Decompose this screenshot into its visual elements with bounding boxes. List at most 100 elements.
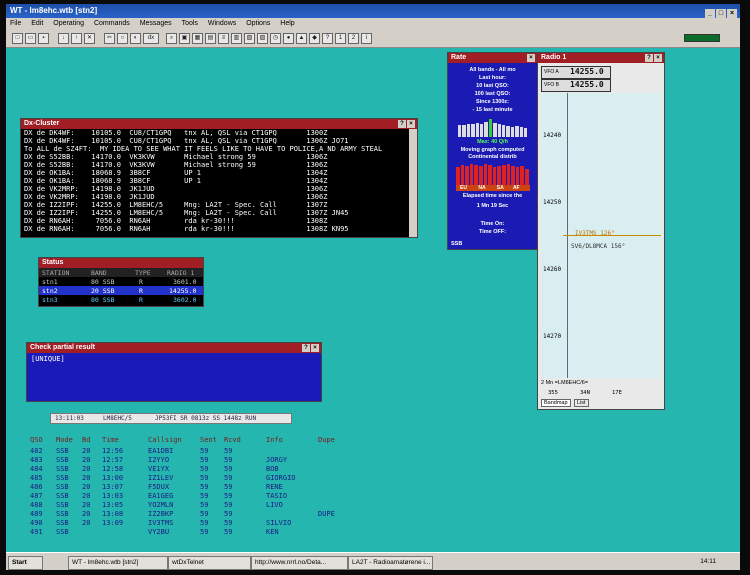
dx-spot-line[interactable]: To ALL de SZ4FT: MY IDEA TO SEE WHAT IT … xyxy=(24,145,382,153)
arrow-down-icon[interactable]: ↓ xyxy=(58,33,69,44)
dx-cluster-list[interactable]: DX de DK4WF: 10105.0 CU8/CT1GPQ tnx AL, … xyxy=(21,129,417,237)
dx-scrollbar[interactable] xyxy=(409,129,417,237)
save-icon[interactable]: ▪ xyxy=(38,33,49,44)
status-row-selected[interactable]: stn2 20 SSB R 14255.0 xyxy=(39,286,203,295)
vfo-a-label: VFO A xyxy=(544,69,559,75)
radio1-close-icon[interactable]: × xyxy=(654,54,662,62)
log-cell: 13:08 xyxy=(102,510,124,518)
dx-spot-line[interactable]: DX de VK2MRP: 14198.0 JK1JUD 1306Z xyxy=(24,193,327,201)
status-window[interactable]: Status STATION BAND TYPE RADIO 1 stn1 80… xyxy=(38,257,204,307)
check-help-icon[interactable]: ? xyxy=(302,344,310,352)
zoom-icon[interactable]: ▣ xyxy=(179,33,190,44)
menu-commands[interactable]: Commands xyxy=(94,20,130,27)
log-cell: 12:56 xyxy=(102,447,124,455)
one-icon[interactable]: 1 xyxy=(335,33,346,44)
dx-spot-line[interactable]: DX de S52BB: 14170.0 VK3KVW Michael stro… xyxy=(24,161,327,169)
list-icon[interactable]: ≡ xyxy=(218,33,229,44)
menu-windows[interactable]: Windows xyxy=(208,20,236,27)
time-on-label: Time On: xyxy=(480,221,505,227)
rate-bar xyxy=(462,124,466,137)
check-partial-window[interactable]: Check partial result ? × [UNIQUE] xyxy=(26,342,322,402)
globe-icon[interactable]: ○ xyxy=(117,33,128,44)
log-row[interactable]: 485 SSB 20 13:00 IZ1LEV 59 59 GIORGIO xyxy=(30,474,390,483)
open-file-icon[interactable]: ▭ xyxy=(25,33,36,44)
status-title: Status xyxy=(42,259,64,266)
status-row[interactable]: stn1 80 SSB R 3601.0 xyxy=(39,277,203,286)
menu-operating[interactable]: Operating xyxy=(53,20,84,27)
taskbar-item[interactable]: LA2T - Radioamatørene i... xyxy=(348,556,433,570)
start-button[interactable]: Start xyxy=(8,556,43,570)
dx-spot-line[interactable]: DX de IZ2IPF: 14255.0 LM8EHC/5 Mng: LA2T… xyxy=(24,201,327,209)
clock-icon[interactable]: ◷ xyxy=(270,33,281,44)
log-row[interactable]: 491 SSB VY2BU 59 59 KEN xyxy=(30,528,390,537)
rate-bar xyxy=(471,123,475,137)
search-icon[interactable]: ⌕ xyxy=(166,33,177,44)
grid-icon[interactable]: ▦ xyxy=(192,33,203,44)
menu-tools[interactable]: Tools xyxy=(182,20,198,27)
bandmap[interactable]: 14240 14250 14260 14270 IV3TMS 126° SV6/… xyxy=(541,93,661,378)
radio1-help-icon[interactable]: ? xyxy=(645,54,653,62)
rate-close-icon[interactable]: × xyxy=(527,54,535,62)
radio-icon[interactable]: ▤ xyxy=(205,33,216,44)
arrow-up-icon[interactable]: ↑ xyxy=(71,33,82,44)
earth-icon[interactable]: ● xyxy=(283,33,294,44)
tab-bandmap[interactable]: Bandmap xyxy=(541,399,571,407)
menu-edit[interactable]: Edit xyxy=(31,20,43,27)
info-icon[interactable]: i xyxy=(361,33,372,44)
dx-spot-line[interactable]: DX de S52BB: 14170.0 VK3KVW Michael stro… xyxy=(24,153,327,161)
bandmap-spot[interactable]: IV3TMS 126° xyxy=(575,230,615,237)
dx-spot-line[interactable]: DX de RN6AH: 7056.0 RN6AH rda kr-30!!! 1… xyxy=(24,217,327,225)
log-row[interactable]: 483 SSB 20 12:57 I2YYO 59 59 JORGY xyxy=(30,456,390,465)
taskbar-item[interactable]: WT - lm8ehc.wtb [stn2] xyxy=(68,556,168,570)
map-icon[interactable]: ◐ xyxy=(130,33,141,44)
dx-cluster-window[interactable]: Dx-Cluster ? × DX de DK4WF: 10105.0 CU8/… xyxy=(20,118,418,238)
log-row[interactable]: 489 SSB 20 13:08 IZ2BKP 59 59 DUPE xyxy=(30,510,390,519)
flag-icon[interactable]: ▲ xyxy=(296,33,307,44)
log-cell: 59 xyxy=(224,492,233,500)
menu-options[interactable]: Options xyxy=(246,20,270,27)
taskbar-item[interactable]: wtDxTelnet xyxy=(168,556,251,570)
tab-list[interactable]: List xyxy=(574,399,589,407)
check-close-icon[interactable]: × xyxy=(311,344,319,352)
menu-messages[interactable]: Messages xyxy=(140,20,172,27)
log-row[interactable]: 490 SSB 20 13:09 IV3TMS 59 59 SILVIO xyxy=(30,519,390,528)
dx-help-icon[interactable]: ? xyxy=(398,120,406,128)
status-row[interactable]: stn3 80 SSB R 3602.0 xyxy=(39,295,203,304)
log-row[interactable]: 487 SSB 20 13:03 EA1GEG 59 59 TASIO xyxy=(30,492,390,501)
dx-spot-line[interactable]: DX de IZ2IPF: 14255.0 LM8EHC/5 Mng: LA2T… xyxy=(24,209,349,217)
qso-log[interactable]: QSO Mode Bd Time Callsign Sent Rcvd Info… xyxy=(30,436,390,548)
dx-spot-line[interactable]: DX de DK4WF: 10105.0 CU8/CT1GPQ tnx AL, … xyxy=(24,129,327,137)
log-row[interactable]: 488 SSB 20 13:05 YO2MLN 59 59 LIVO xyxy=(30,501,390,510)
bandmap-spot[interactable]: SV6/DL8MCA 156° xyxy=(571,243,625,250)
bell-icon[interactable]: ◆ xyxy=(309,33,320,44)
rate-window[interactable]: Rate × All bands - All mo Last hour: 10 … xyxy=(447,52,538,250)
dx-spot-line[interactable]: DX de OK1BA: 18068.9 3B8CF UP 1 1304Z xyxy=(24,177,327,185)
taskbar-item[interactable]: http://www.nrrl.no/Deta... xyxy=(251,556,348,570)
dx-button[interactable]: dx xyxy=(143,33,159,44)
radio1-window[interactable]: Radio 1 ? × VFO A 14255.0 VFO B 14255.0 … xyxy=(537,52,665,410)
menu-file[interactable]: File xyxy=(10,20,21,27)
log-row[interactable]: 486 SSB 20 13:07 F5DUX 59 59 RENE xyxy=(30,483,390,492)
cut-icon[interactable]: ✂ xyxy=(104,33,115,44)
dx-spot-line[interactable]: DX de OK1BA: 18068.9 3B8CF UP 1 1304Z xyxy=(24,169,327,177)
vfo-b-frequency: 14255.0 xyxy=(570,80,604,89)
log-row[interactable]: 482 SSB 20 12:56 EA1DBI 59 59 xyxy=(30,447,390,456)
dx-spot-line[interactable]: DX de DK4WF: 10105.0 CU8/CT1GPQ tnx AL, … xyxy=(24,137,349,145)
log-cell: 485 xyxy=(30,474,43,482)
tools-icon[interactable]: ✕ xyxy=(84,33,95,44)
help-icon[interactable]: ? xyxy=(322,33,333,44)
dx-spot-line[interactable]: DX de RN6AH: 7056.0 RN6AH rda kr-30!!! 1… xyxy=(24,225,349,233)
menu-help[interactable]: Help xyxy=(280,20,294,27)
print-icon[interactable]: ▧ xyxy=(244,33,255,44)
scale-label: 14270 xyxy=(543,333,562,340)
two-icon[interactable]: 2 xyxy=(348,33,359,44)
chart-icon[interactable]: ▨ xyxy=(257,33,268,44)
log-row[interactable]: 484 SSB 20 12:58 VE1YX 59 59 BOB xyxy=(30,465,390,474)
dx-close-icon[interactable]: × xyxy=(407,120,415,128)
log-cell: I2YYO xyxy=(148,456,170,464)
rate-line: Last hour: xyxy=(479,75,506,81)
memo-icon[interactable]: ▥ xyxy=(231,33,242,44)
new-file-icon[interactable]: □ xyxy=(12,33,23,44)
dx-spot-line[interactable]: DX de VK2MRP: 14198.0 JK1JUD 1306Z xyxy=(24,185,327,193)
info-details: JP53FI SR 0813z SS 1448z RUN xyxy=(155,415,257,422)
